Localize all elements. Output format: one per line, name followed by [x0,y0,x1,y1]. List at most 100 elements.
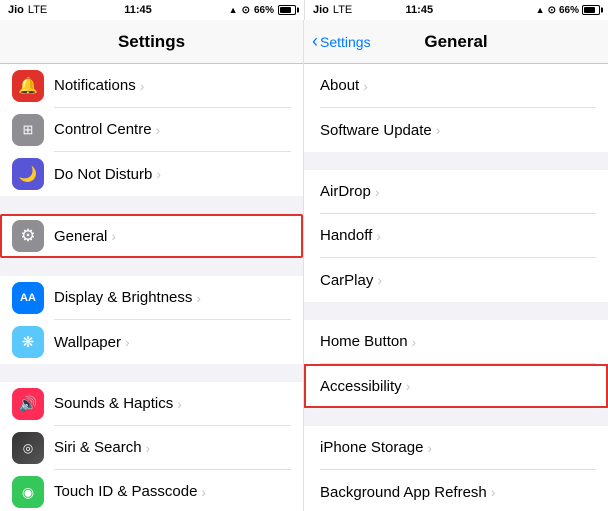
handoff-chevron: › [376,228,381,244]
settings-row-siri[interactable]: ◎ Siri & Search › [0,426,303,470]
back-button[interactable]: ‹ Settings [312,31,371,52]
left-sep-2 [0,258,303,276]
control-centre-label: Control Centre › [54,108,291,152]
left-group-4: 🔊 Sounds & Haptics › ◎ Siri & Search › ◉ [0,382,303,511]
right-battery-pct: 66% [559,5,579,16]
right-status-icons: ▲ ⊙ 66% [536,5,600,16]
settings-row-about[interactable]: About › [304,64,608,108]
wallpaper-icon: ❋ [12,326,44,358]
software-update-chevron: › [436,122,441,138]
carplay-chevron: › [377,272,382,288]
right-battery-icon [582,5,600,15]
settings-row-background-app[interactable]: Background App Refresh › [304,470,608,511]
left-battery-pct: 66% [254,5,274,16]
right-panel: ‹ Settings General About › Software Upda… [304,20,608,511]
left-carrier: Jio [8,4,24,16]
settings-row-general[interactable]: ⚙ General › [0,214,303,258]
siri-label: Siri & Search › [54,426,291,470]
settings-row-wallpaper[interactable]: ❋ Wallpaper › [0,320,303,364]
background-app-chevron: › [491,484,496,500]
sounds-icon: 🔊 [12,388,44,420]
left-panel: Settings 🔔 Notifications › ⊞ Control Cen… [0,20,304,511]
touch-id-chevron: › [201,484,206,500]
background-app-label: Background App Refresh › [320,470,596,511]
carplay-label: CarPlay › [320,258,596,302]
notifications-chevron: › [140,78,145,94]
display-icon: AA [12,282,44,314]
do-not-disturb-icon: 🌙 [12,158,44,190]
right-time: 11:45 [406,4,434,16]
right-nav-title: General [424,32,487,52]
display-label: Display & Brightness › [54,276,291,320]
sounds-chevron: › [177,396,182,412]
settings-row-sounds[interactable]: 🔊 Sounds & Haptics › [0,382,303,426]
general-label: General › [54,214,291,258]
left-sep-3 [0,364,303,382]
wallpaper-label: Wallpaper › [54,320,291,364]
right-sep-1 [304,152,608,170]
display-chevron: › [196,290,201,306]
left-sep-1 [0,196,303,214]
siri-chevron: › [146,440,151,456]
left-time: 11:45 [124,4,152,16]
control-centre-icon: ⊞ [12,114,44,146]
settings-row-home-button[interactable]: Home Button › [304,320,608,364]
right-status-bar: Jio LTE 11:45 ▲ ⊙ 66% [304,0,608,20]
left-wifi-icon: ⊙ [242,5,250,16]
settings-row-display[interactable]: AA Display & Brightness › [0,276,303,320]
general-icon: ⚙ [12,220,44,252]
airdrop-label: AirDrop › [320,170,596,214]
back-chevron-icon: ‹ [312,31,318,52]
right-group-1: About › Software Update › [304,64,608,152]
notifications-icon: 🔔 [12,70,44,102]
right-wifi-icon: ⊙ [548,5,556,16]
settings-row-notifications[interactable]: 🔔 Notifications › [0,64,303,108]
settings-row-handoff[interactable]: Handoff › [304,214,608,258]
right-sep-3 [304,408,608,426]
iphone-storage-label: iPhone Storage › [320,426,596,470]
status-bar: Jio LTE 11:45 ▲ ⊙ 66% Jio LTE 11:45 ▲ ⊙ … [0,0,608,20]
left-settings-list: 🔔 Notifications › ⊞ Control Centre › 🌙 [0,64,303,511]
left-group-1: 🔔 Notifications › ⊞ Control Centre › 🌙 [0,64,303,196]
right-settings-list: About › Software Update › AirDrop [304,64,608,511]
left-nav-bar: Settings [0,20,303,64]
control-centre-chevron: › [156,122,161,138]
home-button-label: Home Button › [320,320,596,364]
touch-id-label: Touch ID & Passcode › [54,470,291,511]
iphone-storage-chevron: › [427,440,432,456]
right-nav-bar: ‹ Settings General [304,20,608,64]
main-panels: Settings 🔔 Notifications › ⊞ Control Cen… [0,20,608,511]
sounds-label: Sounds & Haptics › [54,382,291,426]
airdrop-chevron: › [375,184,380,200]
settings-row-carplay[interactable]: CarPlay › [304,258,608,302]
do-not-disturb-chevron: › [156,166,161,182]
touch-id-icon: ◉ [12,476,44,508]
home-button-chevron: › [412,334,417,350]
handoff-label: Handoff › [320,214,596,258]
left-signal-icon: ▲ [229,5,238,15]
right-sep-2 [304,302,608,320]
right-group-4: iPhone Storage › Background App Refresh … [304,426,608,511]
settings-row-do-not-disturb[interactable]: 🌙 Do Not Disturb › [0,152,303,196]
settings-row-software-update[interactable]: Software Update › [304,108,608,152]
do-not-disturb-label: Do Not Disturb › [54,152,291,196]
right-group-2: AirDrop › Handoff › CarPlay › [304,170,608,302]
back-label: Settings [320,34,371,50]
left-group-3: AA Display & Brightness › ❋ Wallpaper › [0,276,303,364]
left-network: LTE [28,4,47,16]
settings-row-airdrop[interactable]: AirDrop › [304,170,608,214]
right-group-3: Home Button › Accessibility › [304,320,608,408]
right-network: LTE [333,4,352,16]
right-carrier: Jio [313,4,329,16]
settings-row-iphone-storage[interactable]: iPhone Storage › [304,426,608,470]
wallpaper-chevron: › [125,334,130,350]
settings-row-touch-id[interactable]: ◉ Touch ID & Passcode › [0,470,303,511]
settings-row-control-centre[interactable]: ⊞ Control Centre › [0,108,303,152]
right-signal-icon: ▲ [536,5,545,15]
software-update-label: Software Update › [320,108,596,152]
settings-row-accessibility[interactable]: Accessibility › [304,364,608,408]
left-battery-icon [278,5,296,15]
accessibility-label: Accessibility › [320,364,596,408]
accessibility-chevron: › [406,378,411,394]
left-nav-title: Settings [118,32,185,52]
